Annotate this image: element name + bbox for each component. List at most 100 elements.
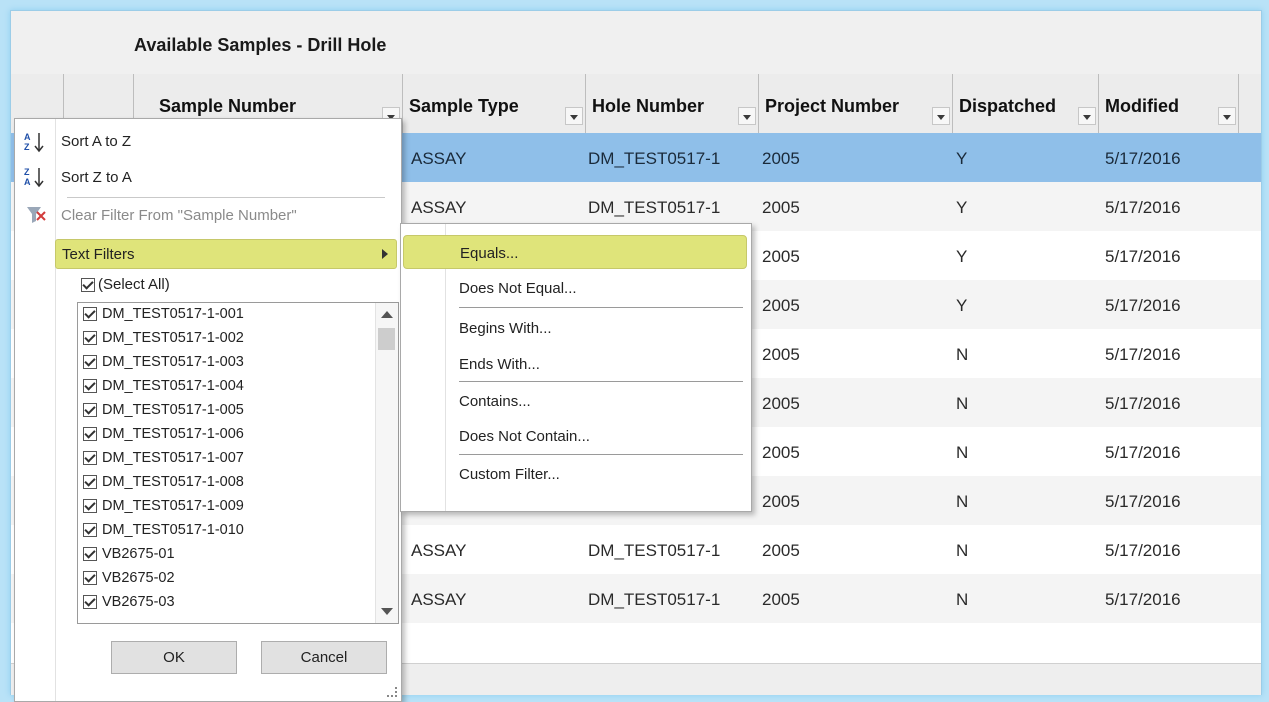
cell-modified: 5/17/2016 (1105, 541, 1181, 560)
filter-dropdown-dispatched[interactable] (1078, 107, 1096, 125)
list-item[interactable]: DM_TEST0517-1-001 (83, 306, 244, 331)
cell-dispatched: N (956, 590, 969, 609)
list-item-label: DM_TEST0517-1-003 (102, 354, 244, 370)
list-item[interactable]: DM_TEST0517-1-008 (83, 474, 244, 499)
menu-item-label: Sort A to Z (61, 133, 132, 150)
column-header-modified[interactable]: Modified (1099, 74, 1239, 133)
checkbox-icon (83, 451, 97, 466)
column-header-dispatched[interactable]: Dispatched (953, 74, 1099, 133)
checkbox-icon (83, 355, 97, 370)
column-header-hole-number[interactable]: Hole Number (586, 74, 759, 133)
does-not-equal-item[interactable]: Does Not Equal... (445, 271, 749, 305)
text-filters-item[interactable]: Text Filters (55, 239, 397, 269)
cell-dispatched: N (956, 394, 969, 413)
cell-project-number: 2005 (762, 590, 800, 609)
sort-ascending-icon: A Z (24, 132, 44, 153)
menu-item-label: Clear Filter From "Sample Number" (61, 207, 297, 224)
list-item[interactable]: DM_TEST0517-1-003 (83, 354, 244, 379)
list-item-label: VB2675-01 (102, 546, 175, 562)
custom-filter-item[interactable]: Custom Filter... (445, 457, 749, 491)
checkbox-icon (83, 307, 97, 322)
list-item[interactable]: DM_TEST0517-1-004 (83, 378, 244, 403)
cell-project-number: 2005 (762, 149, 800, 168)
list-item-label: DM_TEST0517-1-004 (102, 378, 244, 394)
cell-sample-type: ASSAY (411, 541, 467, 560)
cell-dispatched: Y (956, 296, 968, 315)
begins-with-item[interactable]: Begins With... (445, 311, 749, 345)
list-item[interactable]: VB2675-03 (83, 594, 175, 619)
cell-modified: 5/17/2016 (1105, 247, 1181, 266)
column-header-label: Sample Number (159, 96, 297, 116)
list-item-label: DM_TEST0517-1-005 (102, 402, 244, 418)
ok-button[interactable]: OK (111, 641, 237, 674)
list-item[interactable]: DM_TEST0517-1-002 (83, 330, 244, 355)
checkbox-icon (83, 379, 97, 394)
cell-modified: 5/17/2016 (1105, 296, 1181, 315)
column-header-project-number[interactable]: Project Number (759, 74, 953, 133)
column-header-label: Modified (1105, 96, 1179, 116)
column-filter-menu: Sort A to Z A Z Sort Z to A Z A Clear Fi… (14, 118, 402, 702)
submenu-item-label: Ends With... (459, 356, 540, 373)
menu-separator (67, 197, 385, 198)
list-item[interactable]: DM_TEST0517-1-005 (83, 402, 244, 427)
clear-filter-item[interactable]: Clear Filter From "Sample Number" (55, 201, 399, 231)
cell-modified: 5/17/2016 (1105, 149, 1181, 168)
cell-project-number: 2005 (762, 247, 800, 266)
column-header-label: Project Number (765, 96, 900, 116)
scroll-thumb[interactable] (378, 328, 395, 350)
list-scrollbar[interactable] (375, 303, 398, 623)
svg-text:A: A (24, 132, 31, 142)
menu-item-label: Sort Z to A (61, 169, 132, 186)
menu-item-label: Text Filters (62, 246, 135, 263)
sort-z-to-a-item[interactable]: Sort Z to A (55, 163, 399, 193)
cell-dispatched: Y (956, 149, 968, 168)
submenu-item-label: Custom Filter... (459, 466, 560, 483)
list-item[interactable]: VB2675-02 (83, 570, 175, 595)
resize-grip-icon[interactable] (387, 687, 397, 697)
list-item-label: DM_TEST0517-1-009 (102, 498, 244, 514)
checkbox-icon (83, 523, 97, 538)
cell-dispatched: N (956, 541, 969, 560)
scroll-down-arrow-icon[interactable] (381, 608, 393, 615)
filter-values-list[interactable]: DM_TEST0517-1-001 DM_TEST0517-1-002 DM_T… (77, 302, 399, 624)
column-header-sample-type[interactable]: Sample Type (403, 74, 586, 133)
list-item[interactable]: DM_TEST0517-1-007 (83, 450, 244, 475)
column-header-label: Sample Type (409, 96, 519, 116)
checkbox-icon (81, 278, 95, 293)
submenu-item-label: Contains... (459, 393, 531, 410)
list-item[interactable]: DM_TEST0517-1-009 (83, 498, 244, 523)
list-item-label: DM_TEST0517-1-007 (102, 450, 244, 466)
equals-item[interactable]: Equals... (403, 235, 747, 269)
list-item-label: VB2675-03 (102, 594, 175, 610)
cell-modified: 5/17/2016 (1105, 394, 1181, 413)
scroll-up-arrow-icon[interactable] (381, 311, 393, 318)
list-item[interactable]: DM_TEST0517-1-006 (83, 426, 244, 451)
contains-item[interactable]: Contains... (445, 384, 749, 418)
submenu-separator (459, 381, 743, 382)
list-item-label: DM_TEST0517-1-002 (102, 330, 244, 346)
sort-a-to-z-item[interactable]: Sort A to Z (55, 127, 399, 157)
does-not-contain-item[interactable]: Does Not Contain... (445, 419, 749, 453)
checkbox-icon (83, 571, 97, 586)
column-header-label: Dispatched (959, 96, 1057, 116)
filter-dropdown-modified[interactable] (1218, 107, 1236, 125)
select-all-checkbox[interactable]: (Select All) (81, 276, 170, 293)
select-all-label: (Select All) (98, 276, 170, 293)
list-item[interactable]: VB2675-01 (83, 546, 175, 571)
cell-project-number: 2005 (762, 296, 800, 315)
cell-dispatched: N (956, 345, 969, 364)
filter-dropdown-sample-type[interactable] (565, 107, 583, 125)
checkbox-icon (83, 475, 97, 490)
filter-dropdown-project-number[interactable] (932, 107, 950, 125)
list-item[interactable]: DM_TEST0517-1-010 (83, 522, 244, 547)
ends-with-item[interactable]: Ends With... (445, 347, 749, 381)
cell-dispatched: Y (956, 198, 968, 217)
svg-text:A: A (24, 177, 31, 187)
submenu-item-label: Begins With... (459, 320, 552, 337)
cell-hole-number: DM_TEST0517-1 (588, 198, 721, 217)
cell-project-number: 2005 (762, 443, 800, 462)
cancel-button[interactable]: Cancel (261, 641, 387, 674)
cell-project-number: 2005 (762, 492, 800, 511)
filter-dropdown-hole-number[interactable] (738, 107, 756, 125)
cell-sample-type: ASSAY (411, 590, 467, 609)
